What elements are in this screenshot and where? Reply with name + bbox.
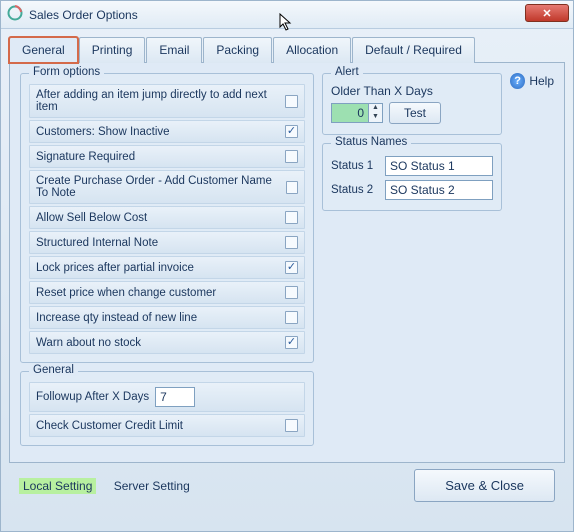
older-than-label: Older Than X Days [331,84,493,98]
opt-structured-internal-note[interactable]: Structured Internal Note [29,231,305,254]
help-icon: ? [510,73,525,89]
row-followup-days: Followup After X Days [29,382,305,412]
chk-increase-qty-new-line[interactable] [285,311,298,324]
tab-panel-general: Form options After adding an item jump d… [9,63,565,463]
chk-check-credit-limit[interactable] [285,419,298,432]
app-icon [7,5,23,24]
tab-email[interactable]: Email [146,37,202,63]
server-setting-link[interactable]: Server Setting [114,479,190,493]
status-1-input[interactable] [385,156,493,176]
alert-group: Alert Older Than X Days 0 ▲ ▼ Test [322,73,502,135]
chk-create-po-name-to-note[interactable] [286,181,298,194]
tab-packing[interactable]: Packing [203,37,272,63]
opt-warn-no-stock[interactable]: Warn about no stock [29,331,305,354]
tab-general[interactable]: General [9,37,78,63]
opt-check-credit-limit[interactable]: Check Customer Credit Limit [29,414,305,437]
footer-bar: Local Setting Server Setting Save & Clos… [9,463,565,506]
general-group-title: General [29,364,78,376]
status-names-title: Status Names [331,136,411,148]
tab-strip: General Printing Email Packing Allocatio… [9,37,565,63]
chk-signature-required[interactable] [285,150,298,163]
close-icon: ✕ [542,7,551,20]
tab-printing[interactable]: Printing [79,37,146,63]
local-setting-link[interactable]: Local Setting [19,478,96,494]
chk-lock-prices-partial[interactable] [285,261,298,274]
spinner-down-icon[interactable]: ▼ [369,113,382,122]
older-than-days-value: 0 [332,104,368,122]
chk-allow-sell-below-cost[interactable] [285,211,298,224]
chk-jump-next-item[interactable] [285,95,298,108]
window-title: Sales Order Options [29,8,138,22]
status-2-input[interactable] [385,180,493,200]
opt-jump-next-item[interactable]: After adding an item jump directly to ad… [29,84,305,118]
chk-reset-price-change-customer[interactable] [285,286,298,299]
help-link[interactable]: ? Help [510,73,554,89]
test-button[interactable]: Test [389,102,441,124]
save-close-button[interactable]: Save & Close [414,469,555,502]
sales-order-options-window: Sales Order Options ✕ General Printing E… [0,0,574,532]
opt-reset-price-change-customer[interactable]: Reset price when change customer [29,281,305,304]
chk-warn-no-stock[interactable] [285,336,298,349]
opt-signature-required[interactable]: Signature Required [29,145,305,168]
tab-default-required[interactable]: Default / Required [352,37,475,63]
opt-allow-sell-below-cost[interactable]: Allow Sell Below Cost [29,206,305,229]
opt-customers-show-inactive[interactable]: Customers: Show Inactive [29,120,305,143]
chk-structured-internal-note[interactable] [285,236,298,249]
titlebar: Sales Order Options ✕ [1,1,573,29]
status-1-label: Status 1 [331,160,379,172]
chk-customers-show-inactive[interactable] [285,125,298,138]
spinner-up-icon[interactable]: ▲ [369,104,382,113]
opt-increase-qty-new-line[interactable]: Increase qty instead of new line [29,306,305,329]
alert-group-title: Alert [331,66,363,78]
form-options-title: Form options [29,66,104,78]
status-names-group: Status Names Status 1 Status 2 [322,143,502,211]
opt-lock-prices-partial[interactable]: Lock prices after partial invoice [29,256,305,279]
opt-create-po-name-to-note[interactable]: Create Purchase Order - Add Customer Nam… [29,170,305,204]
followup-days-input[interactable] [155,387,195,407]
older-than-days-spinner[interactable]: 0 ▲ ▼ [331,103,383,123]
general-group: General Followup After X Days Check Cust… [20,371,314,446]
close-button[interactable]: ✕ [525,4,569,22]
status-2-label: Status 2 [331,184,379,196]
content-area: General Printing Email Packing Allocatio… [1,29,573,514]
tab-allocation[interactable]: Allocation [273,37,351,63]
form-options-group: Form options After adding an item jump d… [20,73,314,363]
